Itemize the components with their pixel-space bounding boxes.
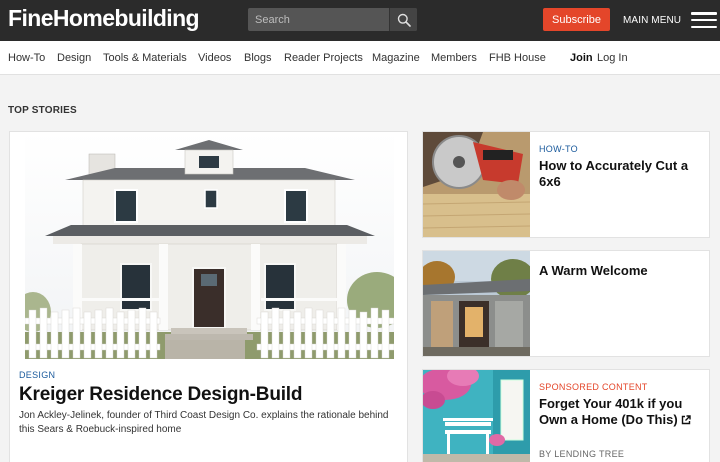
feature-image[interactable] [25, 132, 394, 359]
nav-item-how-to[interactable]: How-To [8, 52, 45, 64]
side-story-tag[interactable]: HOW-TO [539, 144, 578, 154]
nav-item-members[interactable]: Members [431, 52, 477, 64]
login-link[interactable]: Log In [597, 52, 628, 64]
side-story-title[interactable]: How to Accurately Cut a 6x6 [539, 158, 701, 189]
side-story-body: SPONSORED CONTENT Forget Your 401k if yo… [539, 370, 701, 462]
side-story-image[interactable] [423, 251, 530, 356]
search-icon [397, 13, 411, 27]
side-story-card[interactable]: A Warm Welcome [422, 250, 710, 357]
feature-story-card[interactable]: DESIGN Kreiger Residence Design-Build Jo… [9, 131, 408, 462]
side-story-title-text: Forget Your 401k if you Own a Home (Do T… [539, 396, 683, 427]
side-story-card[interactable]: HOW-TO How to Accurately Cut a 6x6 [422, 131, 710, 238]
search-button[interactable] [389, 8, 417, 31]
search-bar [248, 8, 417, 31]
side-story-title[interactable]: Forget Your 401k if you Own a Home (Do T… [539, 396, 699, 427]
search-input[interactable] [248, 8, 389, 31]
sponsored-story-card[interactable]: SPONSORED CONTENT Forget Your 401k if yo… [422, 369, 710, 462]
main-menu-label: MAIN MENU [623, 14, 682, 26]
external-link-icon [681, 414, 691, 424]
nav-item-videos[interactable]: Videos [198, 52, 231, 64]
sponsor-byline: BY LENDING TREE [539, 449, 625, 459]
nav-item-tools-materials[interactable]: Tools & Materials [103, 52, 187, 64]
side-story-body: A Warm Welcome [539, 251, 701, 356]
nav-item-blogs[interactable]: Blogs [244, 52, 272, 64]
side-story-image[interactable] [423, 370, 530, 462]
section-title: TOP STORIES [8, 105, 77, 116]
nav-item-fhb-house[interactable]: FHB House [489, 52, 546, 64]
nav-item-reader-projects[interactable]: Reader Projects [284, 52, 363, 64]
feature-description: Jon Ackley-Jelinek, founder of Third Coa… [19, 410, 389, 435]
subscribe-button[interactable]: Subscribe [543, 8, 610, 31]
site-logo[interactable]: FineHomebuilding [8, 5, 200, 32]
site-header: FineHomebuilding Subscribe MAIN MENU [0, 0, 720, 41]
nav-item-design[interactable]: Design [57, 52, 91, 64]
nav-item-magazine[interactable]: Magazine [372, 52, 420, 64]
side-story-title[interactable]: A Warm Welcome [539, 263, 648, 279]
feature-title[interactable]: Kreiger Residence Design-Build [19, 384, 302, 406]
main-menu-button[interactable]: MAIN MENU [623, 9, 718, 31]
side-story-image[interactable] [423, 132, 530, 237]
primary-nav: How-To Design Tools & Materials Videos B… [0, 41, 720, 75]
sponsored-tag: SPONSORED CONTENT [539, 382, 648, 392]
side-story-body: HOW-TO How to Accurately Cut a 6x6 [539, 132, 701, 237]
join-link[interactable]: Join [570, 52, 593, 64]
feature-category-tag[interactable]: DESIGN [19, 370, 55, 380]
hamburger-icon [691, 12, 718, 28]
